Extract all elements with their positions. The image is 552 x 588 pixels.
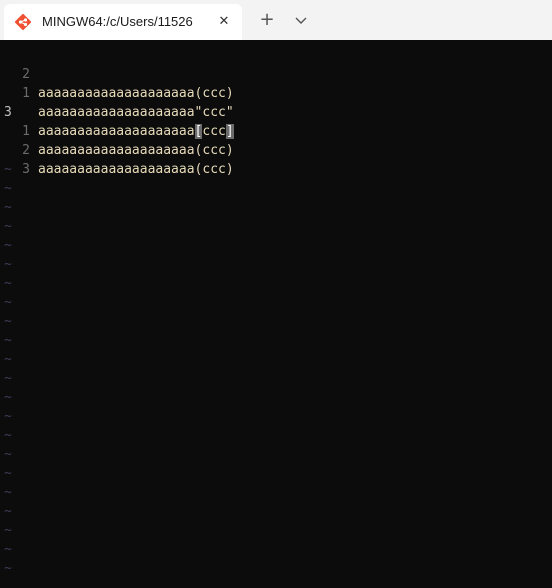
close-icon[interactable]: ✕: [214, 12, 234, 32]
editor-line: 2 aaaaaaaaaaaaaaaaaaaa(ccc): [0, 122, 234, 177]
tilde-marker: ~: [4, 181, 12, 196]
matching-bracket: ]: [225, 124, 234, 139]
line-text: aaaaaaaaaaaaaaaaaaaa(ccc): [38, 162, 234, 177]
tilde-marker: ~: [4, 447, 12, 462]
tilde-marker: ~: [4, 238, 12, 253]
tilde-marker: ~: [4, 504, 12, 519]
line-text: aaaaaaaaaaaaaaaaaaaa[ccc]: [38, 124, 234, 139]
tilde-marker: ~: [4, 162, 12, 177]
terminal-window: MINGW64:/c/Users/11526 ✕ + 2 aaaaaaaaaaa…: [0, 0, 552, 588]
git-bash-icon: [14, 13, 32, 31]
tilde-marker: ~: [4, 428, 12, 443]
tilde-marker: ~: [4, 314, 12, 329]
tilde-marker: ~: [4, 333, 12, 348]
terminal-tab[interactable]: MINGW64:/c/Users/11526 ✕: [4, 4, 242, 40]
editor-line: 1 aaaaaaaaaaaaaaaaaaaa(ccc): [0, 103, 234, 158]
tilde-marker: ~: [4, 276, 12, 291]
chevron-down-icon[interactable]: [288, 8, 314, 32]
tilde-marker: ~: [4, 352, 12, 367]
tilde-marker: ~: [4, 409, 12, 424]
tilde-marker: ~: [4, 390, 12, 405]
editor-line: 1 aaaaaaaaaaaaaaaaaaaa"ccc": [0, 65, 234, 120]
editor-line: 3: [0, 141, 47, 177]
new-tab-button[interactable]: +: [254, 8, 280, 32]
line-text: aaaaaaaaaaaaaaaaaaaa(ccc): [38, 143, 234, 158]
tilde-marker: ~: [4, 542, 12, 557]
editor-line: 2 aaaaaaaaaaaaaaaaaaaa(ccc): [0, 46, 234, 101]
tab-bar: MINGW64:/c/Users/11526 ✕ +: [0, 0, 552, 40]
tilde-marker: ~: [4, 371, 12, 386]
tilde-marker: ~: [4, 295, 12, 310]
tilde-marker: ~: [4, 485, 12, 500]
tilde-marker: ~: [4, 466, 12, 481]
tilde-marker: ~: [4, 523, 12, 538]
tilde-marker: ~: [4, 200, 12, 215]
editor-line-current: 3 aaaaaaaaaaaaaaaaaaaa[ccc]: [0, 84, 234, 139]
line-text: aaaaaaaaaaaaaaaaaaaa(ccc): [38, 86, 234, 101]
line-text: aaaaaaaaaaaaaaaaaaaa"ccc": [38, 105, 234, 120]
terminal-content[interactable]: 2 aaaaaaaaaaaaaaaaaaaa(ccc) 1 aaaaaaaaaa…: [0, 40, 552, 588]
tilde-marker: ~: [4, 219, 12, 234]
tab-title: MINGW64:/c/Users/11526: [42, 14, 193, 29]
tilde-marker: ~: [4, 561, 12, 576]
tilde-marker: ~: [4, 257, 12, 272]
